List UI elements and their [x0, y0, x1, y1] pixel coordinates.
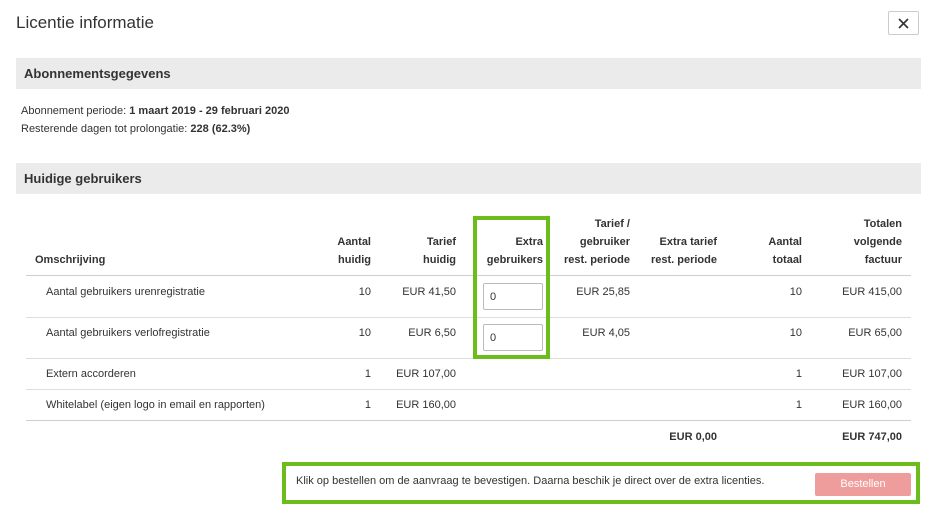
close-button[interactable]: [888, 11, 919, 35]
subscription-section-header: Abonnementsgegevens: [16, 58, 921, 89]
remaining-days-label: Resterende dagen tot prolongatie:: [21, 123, 191, 135]
remaining-days-value: 228 (62.3%): [190, 123, 251, 135]
col-totals-next: Totalen volgende factuur: [853, 218, 902, 266]
row-description: Aantal gebruikers urenregistratie: [46, 286, 205, 298]
row-count-current: 10: [358, 286, 371, 298]
subscription-period-label: Abonnement periode:: [21, 105, 130, 117]
row-description: Aantal gebruikers verlofregistratie: [46, 327, 210, 339]
row-description: Extern accorderen: [46, 368, 136, 380]
row-total-next: EUR 415,00: [842, 286, 902, 298]
row-count-current: 10: [358, 327, 371, 339]
row-rate-current: EUR 6,50: [408, 327, 456, 339]
row-count-total: 1: [795, 368, 802, 380]
col-rate-per-user: Tarief / gebruiker rest. periode: [563, 218, 630, 266]
row-count-current: 1: [364, 368, 371, 380]
row-rate-per-user: EUR 25,85: [576, 286, 630, 298]
col-count-total: Aantal totaal: [768, 236, 802, 266]
row-divider: [26, 317, 911, 318]
modal-title: Licentie informatie: [16, 13, 154, 32]
remaining-days: Resterende dagen tot prolongatie: 228 (6…: [21, 123, 250, 135]
header-divider: [26, 275, 911, 276]
col-extra-rate: Extra tarief rest. periode: [650, 236, 717, 266]
col-description: Omschrijving: [35, 254, 106, 266]
order-button[interactable]: Bestellen: [815, 473, 911, 496]
row-description: Whitelabel (eigen logo in email en rappo…: [46, 399, 265, 411]
row-rate-current: EUR 41,50: [402, 286, 456, 298]
subscription-period: Abonnement periode: 1 maart 2019 - 29 fe…: [21, 105, 289, 117]
row-rate-current: EUR 160,00: [396, 399, 456, 411]
users-section-header: Huidige gebruikers: [16, 163, 921, 194]
row-total-next: EUR 160,00: [842, 399, 902, 411]
totals-divider: [26, 420, 911, 421]
total-extra-rate: EUR 0,00: [669, 431, 717, 443]
extra-users-highlight: [473, 216, 550, 359]
row-count-total: 10: [789, 327, 802, 339]
close-icon: [898, 17, 909, 29]
row-divider: [26, 389, 911, 390]
row-divider: [26, 358, 911, 359]
col-count-current: Aantal huidig: [337, 236, 371, 266]
footer-message: Klik op bestellen om de aanvraag te beve…: [296, 475, 765, 487]
row-rate-current: EUR 107,00: [396, 368, 456, 380]
row-rate-per-user: EUR 4,05: [582, 327, 630, 339]
total-next-invoice: EUR 747,00: [842, 431, 902, 443]
subscription-period-value: 1 maart 2019 - 29 februari 2020: [129, 105, 290, 117]
row-count-current: 1: [364, 399, 371, 411]
row-count-total: 10: [789, 286, 802, 298]
col-rate-current: Tarief huidig: [423, 236, 456, 266]
row-count-total: 1: [795, 399, 802, 411]
row-total-next: EUR 65,00: [848, 327, 902, 339]
row-total-next: EUR 107,00: [842, 368, 902, 380]
